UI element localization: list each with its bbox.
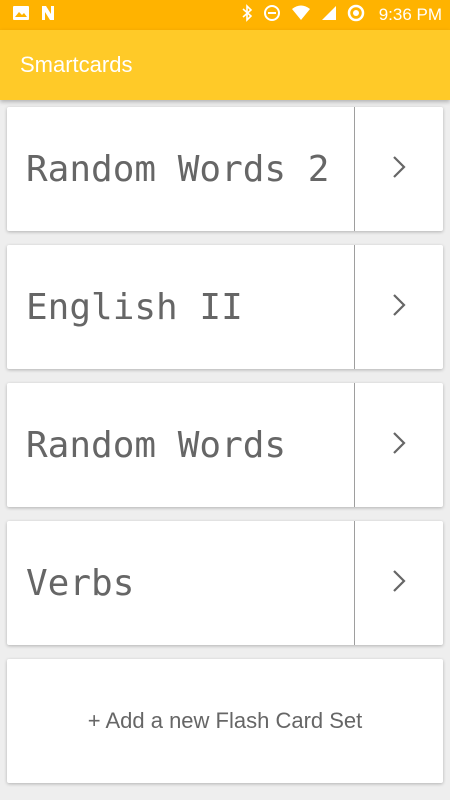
chevron-right-icon bbox=[392, 569, 406, 598]
chevron-right-icon bbox=[392, 431, 406, 460]
flash-card-set-list: Random Words 2 English II Random Words V… bbox=[7, 107, 443, 783]
add-flash-card-set-button[interactable]: + Add a new Flash Card Set bbox=[7, 659, 443, 783]
flash-card-set-item[interactable]: Verbs bbox=[7, 521, 443, 645]
set-open-area[interactable]: Random Words 2 bbox=[7, 107, 354, 231]
set-detail-button[interactable] bbox=[354, 383, 443, 507]
flash-card-set-item[interactable]: Random Words 2 bbox=[7, 107, 443, 231]
app-bar: Smartcards bbox=[0, 30, 450, 100]
set-detail-button[interactable] bbox=[354, 521, 443, 645]
wifi-icon bbox=[291, 5, 311, 26]
status-right: 9:36 PM bbox=[241, 3, 442, 27]
set-open-area[interactable]: Random Words bbox=[7, 383, 354, 507]
set-open-area[interactable]: Verbs bbox=[7, 521, 354, 645]
add-set-label: + Add a new Flash Card Set bbox=[87, 708, 363, 733]
app-title: Smartcards bbox=[20, 52, 133, 77]
image-icon bbox=[12, 5, 30, 26]
chevron-right-icon bbox=[392, 155, 406, 184]
dnd-icon bbox=[263, 4, 281, 27]
flash-card-set-item[interactable]: English II bbox=[7, 245, 443, 369]
set-title: Random Words bbox=[26, 424, 287, 466]
set-title: Verbs bbox=[26, 562, 135, 604]
status-left bbox=[12, 5, 56, 26]
set-open-area[interactable]: English II bbox=[7, 245, 354, 369]
data-saver-icon bbox=[347, 4, 365, 27]
bluetooth-icon bbox=[241, 3, 253, 27]
set-title: Random Words 2 bbox=[26, 148, 330, 190]
set-detail-button[interactable] bbox=[354, 107, 443, 231]
flash-card-set-item[interactable]: Random Words bbox=[7, 383, 443, 507]
status-bar: 9:36 PM bbox=[0, 0, 450, 30]
set-detail-button[interactable] bbox=[354, 245, 443, 369]
status-time: 9:36 PM bbox=[378, 5, 442, 24]
chevron-right-icon bbox=[392, 293, 406, 322]
n-icon bbox=[40, 5, 56, 26]
signal-icon bbox=[321, 5, 337, 26]
set-title: English II bbox=[26, 286, 243, 328]
